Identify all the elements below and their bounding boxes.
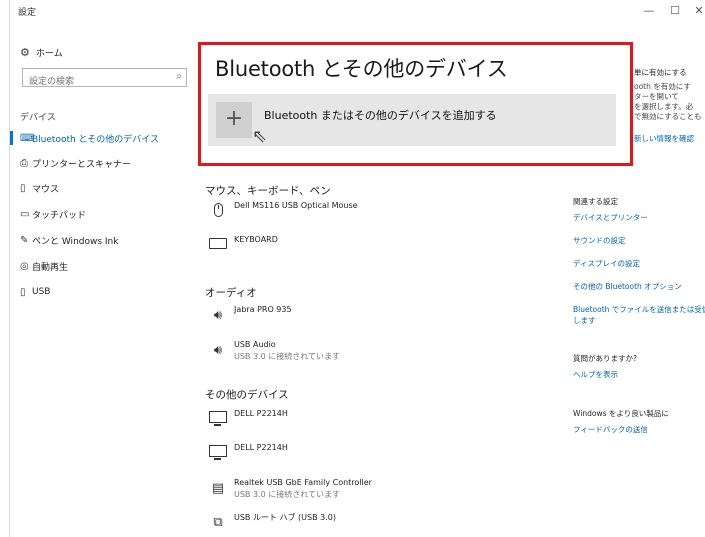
red-highlight-box bbox=[198, 42, 633, 166]
maximize-button[interactable]: ☐ bbox=[664, 3, 686, 19]
sidebar-item-bluetooth[interactable]: ⌨ Bluetooth とその他のデバイス bbox=[10, 129, 195, 147]
tip-line: 単に有効にする bbox=[634, 68, 687, 77]
category-heading-input-devices: マウス、キーボード、ペン bbox=[205, 185, 331, 197]
link-devices-printers[interactable]: デバイスとプリンター bbox=[573, 212, 648, 223]
minimize-button[interactable]: — bbox=[638, 3, 660, 19]
search-input[interactable] bbox=[23, 73, 158, 91]
sidebar-item-label: USB bbox=[32, 287, 51, 297]
sidebar-item-label: タッチパッド bbox=[32, 210, 87, 221]
tip-line: で無効にすることも bbox=[634, 112, 702, 121]
home-gear-icon: ⚙ bbox=[20, 45, 30, 59]
monitor-icon bbox=[209, 411, 227, 429]
title-bar: 設定 — ☐ ✕ bbox=[10, 0, 705, 22]
device-status: USB 3.0 に接続されています bbox=[234, 352, 340, 361]
device-name: DELL P2214H bbox=[234, 443, 288, 452]
settings-window: 設定 — ☐ ✕ ⚙ ホーム ⌕ デバイス ⌨ Bluetooth とその他のデ… bbox=[10, 0, 705, 537]
touchpad-icon: ▭ bbox=[20, 208, 30, 220]
sidebar-item-label: 自動再生 bbox=[32, 262, 69, 273]
device-name: USB ルート ハブ (USB 3.0) bbox=[234, 513, 336, 522]
sidebar-item-label: プリンターとスキャナー bbox=[32, 159, 132, 170]
sidebar-item-label: Bluetooth とその他のデバイス bbox=[32, 134, 160, 145]
device-status: USB 3.0 に接続されています bbox=[234, 490, 340, 499]
device-name: Jabra PRO 935 bbox=[234, 305, 292, 314]
sidebar-item-printers[interactable]: ⎙ プリンターとスキャナー bbox=[10, 154, 195, 172]
link-send-feedback[interactable]: フィードバックの送信 bbox=[573, 424, 648, 435]
bluetooth-device-icon: ⌨ bbox=[20, 132, 35, 144]
home-label: ホーム bbox=[36, 48, 63, 59]
link-get-help[interactable]: ヘルプを表示 bbox=[573, 369, 618, 380]
sidebar-item-autoplay[interactable]: ◎ 自動再生 bbox=[10, 257, 195, 275]
keyboard-icon bbox=[209, 237, 227, 255]
bluetooth-tip-panel: 単に有効にする ooth を有効にす ターを開いて を選択します。必 で無効にす… bbox=[634, 68, 705, 144]
sidebar-section-label: デバイス bbox=[20, 113, 56, 123]
tip-line: を選択します。必 bbox=[634, 102, 694, 111]
sidebar-item-label: マウス bbox=[32, 184, 60, 195]
device-name: USB Audio bbox=[234, 340, 276, 349]
category-heading-audio: オーディオ bbox=[205, 287, 257, 299]
search-icon[interactable]: ⌕ bbox=[176, 71, 182, 82]
link-send-receive-files-cont[interactable]: します bbox=[573, 315, 596, 326]
background-window-edge bbox=[0, 0, 10, 537]
link-more-bluetooth-options[interactable]: その他の Bluetooth オプション bbox=[573, 281, 682, 292]
speaker-icon: 🔊︎ bbox=[213, 308, 223, 323]
sidebar-item-usb[interactable]: ▯ USB bbox=[10, 283, 195, 301]
sidebar-item-touchpad[interactable]: ▭ タッチパッド bbox=[10, 205, 195, 223]
sidebar-item-mouse[interactable]: ▯ マウス bbox=[10, 179, 195, 197]
close-button[interactable]: ✕ bbox=[688, 3, 705, 19]
question-heading: 質問がありますか? bbox=[573, 354, 637, 363]
network-adapter-icon: ▤ bbox=[211, 481, 225, 496]
usb-icon: ▯ bbox=[20, 286, 26, 298]
mouse-icon: ▯ bbox=[20, 182, 26, 194]
sidebar: ⚙ ホーム ⌕ デバイス ⌨ Bluetooth とその他のデバイス ⎙ プリン… bbox=[10, 22, 195, 537]
monitor-icon bbox=[209, 445, 227, 463]
settings-search-box[interactable]: ⌕ bbox=[22, 68, 187, 91]
link-sound-settings[interactable]: サウンドの設定 bbox=[573, 235, 626, 246]
printer-icon: ⎙ bbox=[20, 157, 28, 169]
device-name: Realtek USB GbE Family Controller bbox=[234, 478, 372, 487]
pen-icon: ✎ bbox=[20, 234, 29, 246]
window-title: 設定 bbox=[18, 8, 37, 18]
sidebar-item-label: ペンと Windows Ink bbox=[32, 236, 119, 247]
link-send-receive-files[interactable]: Bluetooth でファイルを送信または受信 bbox=[573, 304, 705, 315]
link-display-settings[interactable]: ディスプレイの設定 bbox=[573, 258, 640, 269]
category-heading-other: その他のデバイス bbox=[205, 389, 289, 401]
mouse-icon bbox=[209, 203, 227, 221]
home-nav-item[interactable]: ⚙ ホーム bbox=[20, 44, 63, 60]
device-name: DELL P2214H bbox=[234, 409, 288, 418]
usb-hub-icon: ⧉ bbox=[213, 515, 223, 530]
device-name: Dell MS116 USB Optical Mouse bbox=[234, 201, 358, 210]
speaker-icon: 🔊︎ bbox=[213, 343, 223, 358]
sidebar-item-pen[interactable]: ✎ ペンと Windows Ink bbox=[10, 231, 195, 249]
device-name: KEYBOARD bbox=[234, 235, 278, 244]
related-settings-heading: 関連する設定 bbox=[573, 197, 618, 206]
tip-line: ooth を有効にす bbox=[634, 82, 691, 91]
improve-windows-heading: Windows をより良い製品に bbox=[573, 409, 669, 418]
tip-link[interactable]: 新しい情報を確認 bbox=[634, 134, 705, 144]
tip-line: ターを開いて bbox=[634, 92, 679, 101]
autoplay-icon: ◎ bbox=[20, 260, 29, 272]
